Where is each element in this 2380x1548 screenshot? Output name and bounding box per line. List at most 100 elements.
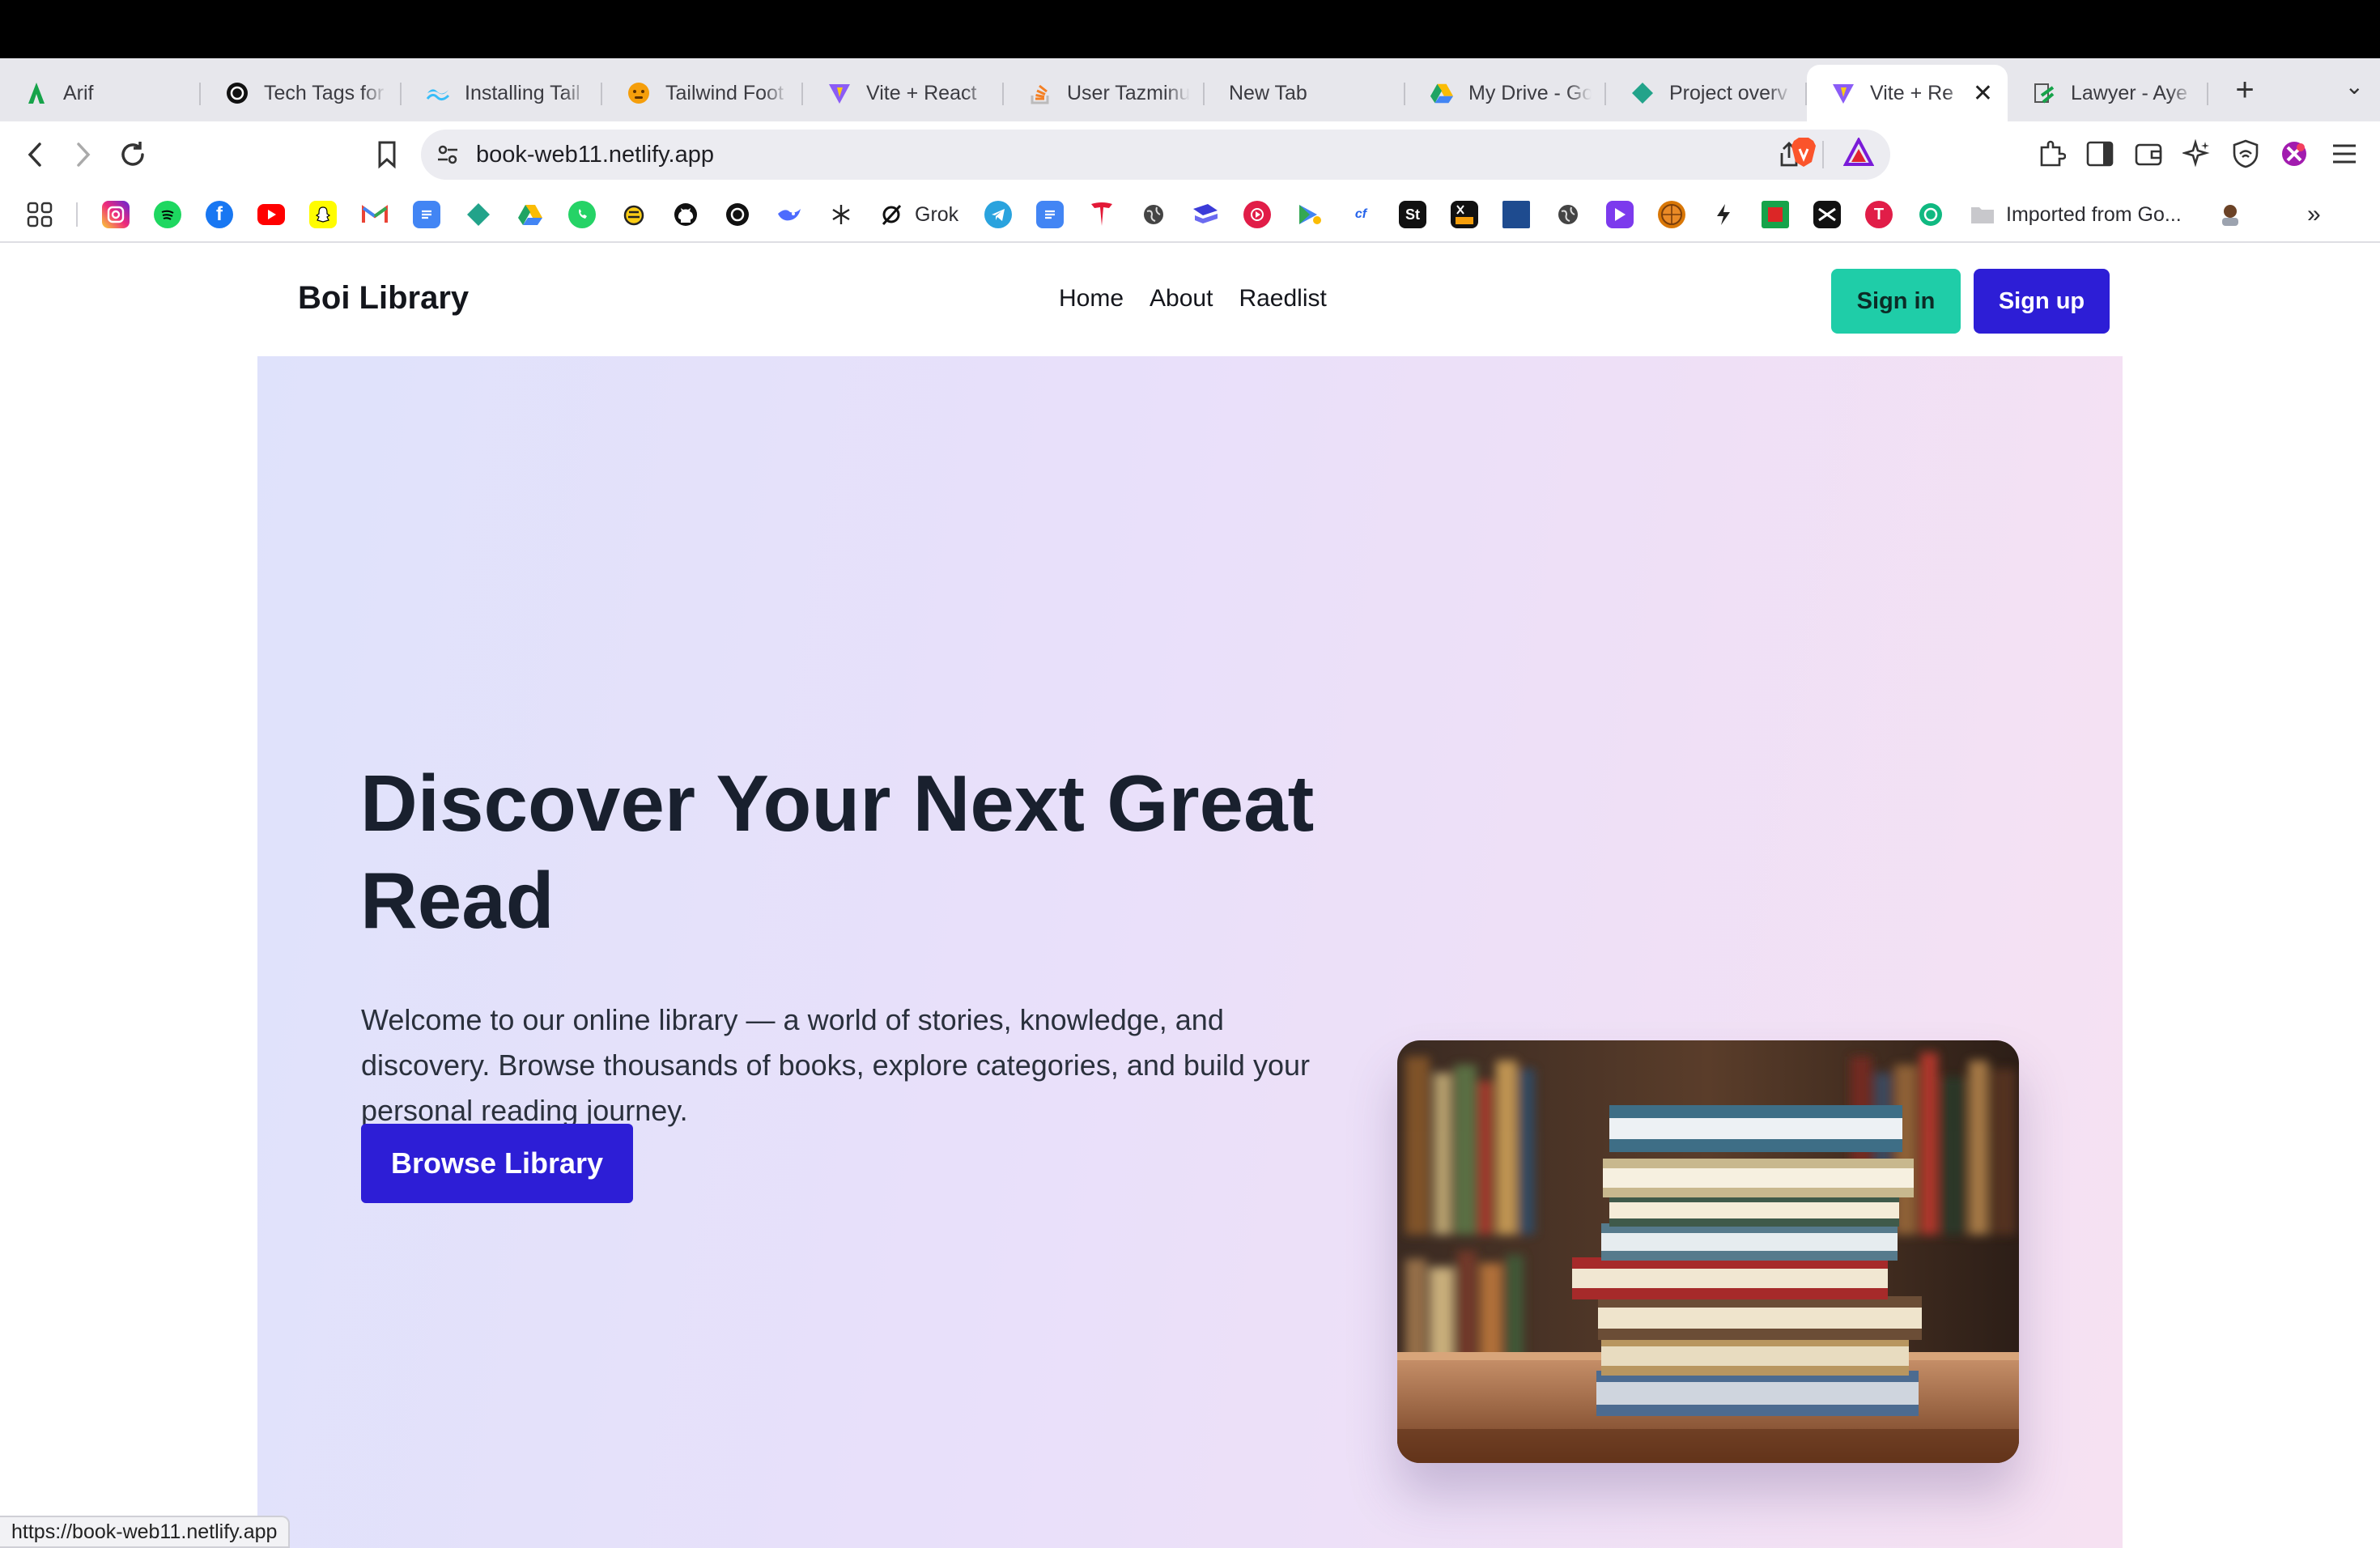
nav-about-link[interactable]: About bbox=[1150, 285, 1213, 313]
extensions-icon[interactable] bbox=[2035, 138, 2068, 170]
telegram-icon[interactable] bbox=[984, 201, 1012, 228]
facebook-icon[interactable]: f bbox=[206, 201, 233, 228]
snapchat-icon[interactable] bbox=[309, 201, 337, 228]
close-tab-icon[interactable]: ✕ bbox=[1973, 79, 1993, 108]
browse-library-button[interactable]: Browse Library bbox=[361, 1124, 633, 1203]
address-bar[interactable]: book-web11.netlify.app bbox=[421, 130, 1890, 180]
page-viewport: Boi Library Home About Raedlist Sign in … bbox=[257, 245, 2123, 1548]
reload-button[interactable] bbox=[108, 130, 157, 179]
tesla-icon[interactable] bbox=[1088, 201, 1116, 228]
spotify-icon[interactable] bbox=[154, 201, 181, 228]
openai-bookmark-icon[interactable] bbox=[724, 201, 751, 228]
capcut-icon[interactable] bbox=[1813, 201, 1841, 228]
grok-icon[interactable] bbox=[878, 201, 905, 228]
brave-shields-icon[interactable] bbox=[1787, 136, 1820, 168]
deepseek-icon[interactable] bbox=[776, 201, 803, 228]
globe-icon[interactable] bbox=[1140, 201, 1167, 228]
tab-label: Arif bbox=[63, 81, 94, 104]
red-square-icon[interactable] bbox=[1762, 201, 1789, 228]
lightning-icon[interactable] bbox=[1710, 201, 1737, 228]
nav-links: Home About Raedlist bbox=[1059, 285, 1327, 313]
bookmark-folder-imported[interactable]: Imported from Go... bbox=[2006, 201, 2182, 228]
folder-icon[interactable] bbox=[1969, 201, 1996, 228]
google-play-console-icon[interactable] bbox=[1295, 201, 1323, 228]
google-docs-icon[interactable] bbox=[413, 201, 440, 228]
basketball-icon[interactable] bbox=[1658, 201, 1685, 228]
hero-description: Welcome to our online library — a world … bbox=[361, 1003, 1310, 1127]
google-docs-bookmark-icon[interactable] bbox=[1036, 201, 1064, 228]
youtube-icon[interactable] bbox=[257, 204, 285, 225]
tab-label: Tech Tags for bbox=[264, 81, 385, 104]
tab-label: Lawyer - Aye bbox=[2071, 81, 2188, 104]
nav-home-link[interactable]: Home bbox=[1059, 285, 1124, 313]
tab-label: New Tab bbox=[1229, 81, 1307, 104]
tab-project-overview[interactable]: Project overv bbox=[1606, 65, 1807, 121]
github-icon[interactable] bbox=[672, 201, 699, 228]
bookmarks-divider bbox=[76, 202, 78, 227]
tab-tech-tags[interactable]: Tech Tags for bbox=[201, 65, 402, 121]
sidebar-icon[interactable] bbox=[2084, 138, 2116, 170]
tab-label: User Tazminu bbox=[1067, 81, 1190, 104]
system-menu-bar bbox=[0, 0, 2380, 58]
youtube-music-icon[interactable] bbox=[1243, 201, 1271, 228]
google-drive-icon bbox=[1430, 81, 1454, 105]
tab-label: My Drive - Go bbox=[1468, 81, 1592, 104]
sign-up-button[interactable]: Sign up bbox=[1974, 269, 2110, 334]
brand-logo[interactable]: Boi Library bbox=[298, 280, 469, 317]
perplexity-icon[interactable] bbox=[827, 201, 855, 228]
tab-user-tazminur[interactable]: User Tazminu bbox=[1004, 65, 1205, 121]
bookmark-icon bbox=[378, 141, 396, 169]
vite-icon bbox=[827, 81, 852, 105]
gmail-icon[interactable] bbox=[361, 201, 389, 228]
tab-label: Tailwind Foot bbox=[665, 81, 784, 104]
x-mac-icon[interactable] bbox=[1451, 201, 1478, 228]
status-bar-url: https://book-web11.netlify.app bbox=[0, 1516, 291, 1548]
t-app-icon[interactable]: T bbox=[1865, 201, 1893, 228]
avatar-bookmark-icon[interactable] bbox=[2216, 201, 2244, 228]
vpn-shield-icon[interactable] bbox=[2229, 138, 2262, 170]
tab-new-tab[interactable]: New Tab bbox=[1205, 65, 1405, 121]
menu-icon[interactable] bbox=[2328, 138, 2361, 170]
wallet-icon[interactable] bbox=[2132, 138, 2165, 170]
tab-search-chevron-icon[interactable]: ⌄ bbox=[2345, 73, 2364, 100]
codeforces-icon[interactable]: cf bbox=[1347, 201, 1375, 228]
tab-my-drive[interactable]: My Drive - Go bbox=[1405, 65, 1606, 121]
hero-image bbox=[1397, 1040, 2019, 1463]
layers-app-icon[interactable] bbox=[1192, 201, 1219, 228]
tab-label: Vite + Re bbox=[1870, 81, 1954, 104]
tab-installing-tailwind[interactable]: Installing Tail bbox=[402, 65, 602, 121]
tab-vite-react[interactable]: Vite + React bbox=[803, 65, 1004, 121]
forward-button[interactable] bbox=[58, 130, 107, 179]
emoji-icon bbox=[627, 81, 651, 105]
chatgpt-green-icon[interactable] bbox=[1917, 201, 1944, 228]
bookmark-button[interactable] bbox=[363, 130, 411, 179]
globe-bookmark-icon[interactable] bbox=[1554, 201, 1582, 228]
site-settings-icon[interactable] bbox=[436, 142, 460, 167]
leo-ai-icon[interactable] bbox=[2181, 138, 2213, 170]
apps-grid-icon[interactable] bbox=[26, 201, 53, 228]
instagram-icon[interactable] bbox=[102, 201, 130, 228]
tab-label: Installing Tail bbox=[465, 81, 580, 104]
stackoverflow-icon bbox=[1028, 81, 1052, 105]
google-drive-bookmark-icon[interactable] bbox=[516, 201, 544, 228]
tab-arif[interactable]: Arif bbox=[0, 65, 201, 121]
square-app-icon[interactable] bbox=[1502, 201, 1530, 228]
brave-rewards-icon[interactable] bbox=[1842, 136, 1875, 168]
profile-extension-icon[interactable] bbox=[2278, 138, 2310, 170]
whatsapp-icon[interactable] bbox=[568, 201, 596, 228]
omnibox-divider bbox=[1822, 141, 1824, 168]
play-tab-icon[interactable] bbox=[1606, 201, 1634, 228]
tab-lawyer[interactable]: Lawyer - Aye bbox=[2008, 65, 2208, 121]
tab-tailwind-footer[interactable]: Tailwind Foot bbox=[602, 65, 803, 121]
more-bookmarks-chevron-icon[interactable]: » bbox=[2307, 201, 2321, 228]
diamond-icon bbox=[1630, 81, 1655, 105]
st-icon[interactable]: St bbox=[1399, 201, 1426, 228]
bee-icon[interactable] bbox=[620, 201, 648, 228]
nav-readlist-link[interactable]: Raedlist bbox=[1239, 285, 1326, 313]
sign-in-button[interactable]: Sign in bbox=[1831, 269, 1961, 334]
new-tab-button[interactable]: + bbox=[2220, 65, 2270, 115]
tab-vite-react-active[interactable]: Vite + Re ✕ bbox=[1807, 65, 2008, 121]
diamond-bookmark-icon[interactable] bbox=[465, 201, 492, 228]
back-button[interactable] bbox=[11, 130, 60, 179]
bookmark-grok[interactable]: Grok bbox=[915, 201, 958, 228]
